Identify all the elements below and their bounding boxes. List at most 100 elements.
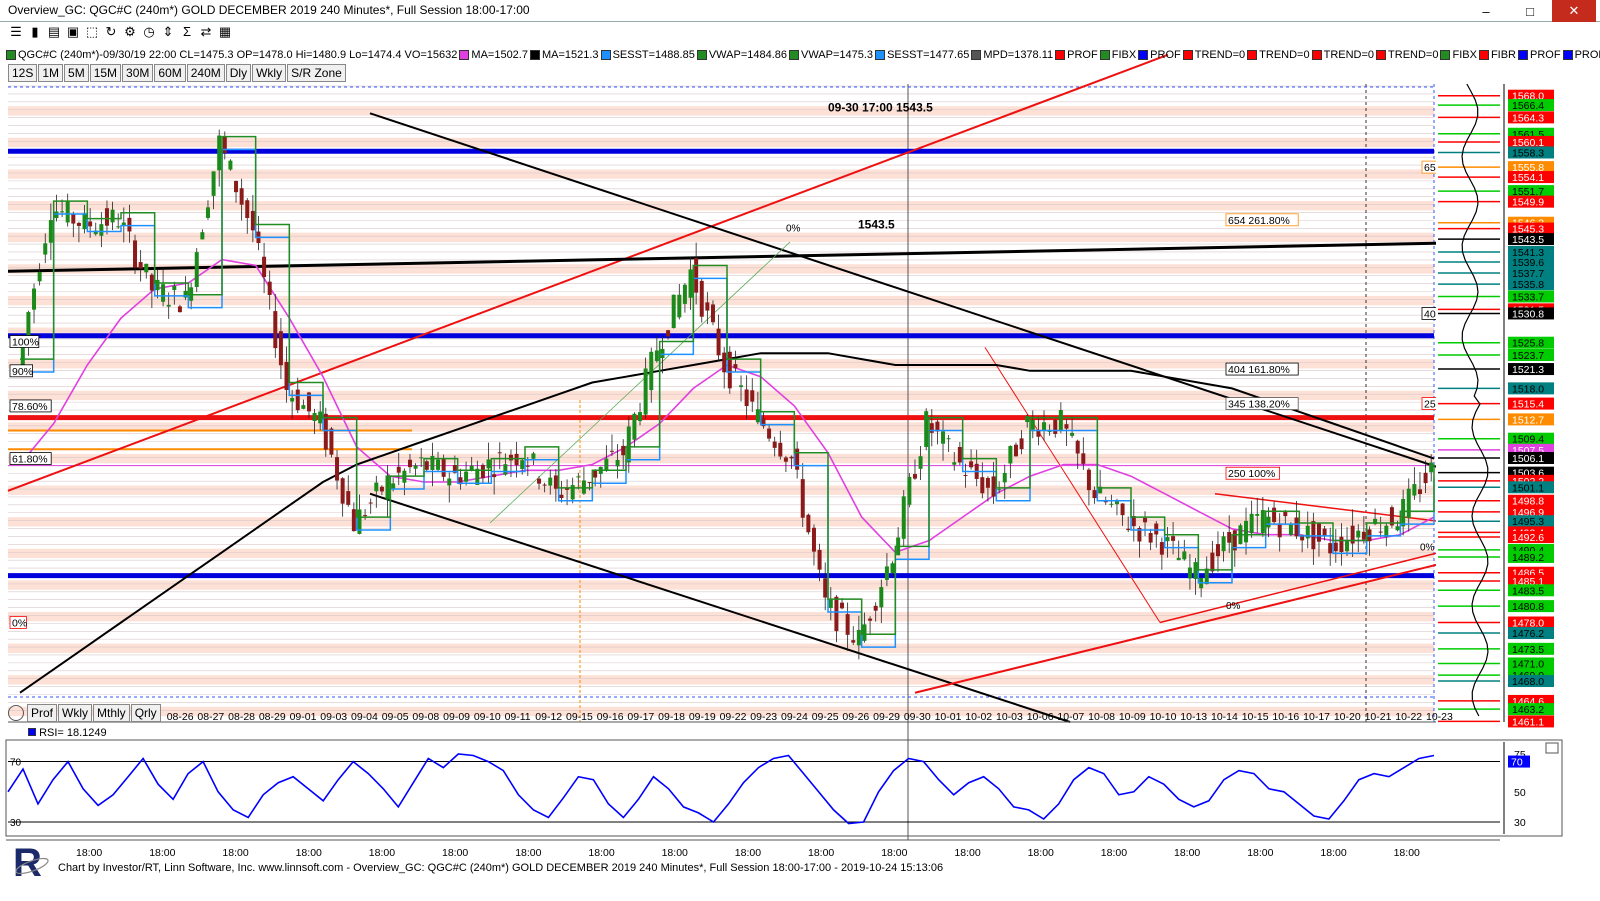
rsi-level-label: 30 xyxy=(10,818,22,829)
candle-body xyxy=(525,465,530,467)
timeframe-button[interactable]: 30M xyxy=(122,64,154,82)
date-label: 09-16 xyxy=(597,711,624,723)
candle-body xyxy=(806,514,811,533)
date-label: 10-21 xyxy=(1365,711,1392,723)
legend-swatch xyxy=(1311,50,1322,60)
time-label: 18:00 xyxy=(735,847,761,859)
candle-body xyxy=(396,466,401,473)
legend-item[interactable]: PROF xyxy=(1518,49,1561,61)
date-label: 08-26 xyxy=(167,711,194,723)
date-label: 09-17 xyxy=(627,711,654,723)
candle-body xyxy=(649,351,654,391)
legend-item[interactable]: SESST=1488.85 xyxy=(600,49,695,61)
price-label: 1564.3 xyxy=(1512,112,1544,124)
candle-body xyxy=(82,213,87,230)
candle-body xyxy=(615,459,620,467)
legend-item[interactable]: PROF xyxy=(1055,49,1098,61)
candle-body xyxy=(929,423,934,433)
candle-body xyxy=(694,258,699,293)
date-label: 09-22 xyxy=(720,711,747,723)
timeframe-button[interactable]: 1M xyxy=(38,64,64,82)
timeframe-button[interactable]: 5M xyxy=(64,64,89,82)
candle-body xyxy=(161,284,166,302)
candle-body xyxy=(284,361,289,391)
legend-item[interactable]: VWAP=1484.86 xyxy=(696,49,787,61)
legend-text: VWAP=1484.86 xyxy=(708,49,787,61)
profile-zone xyxy=(8,643,1434,653)
profile-button[interactable]: Qrly xyxy=(130,704,161,722)
price-chart[interactable]: 654 261.80%654 261.80%404 161.80%404 161… xyxy=(0,0,1600,901)
legend-item[interactable]: MA=1502.7 xyxy=(459,49,528,61)
date-label: 09-08 xyxy=(412,711,439,723)
legend-item[interactable]: VWAP=1475.3 xyxy=(789,49,873,61)
candle-body xyxy=(1030,419,1035,430)
legend-item[interactable]: FIBX xyxy=(1440,49,1477,61)
candle-body xyxy=(116,226,121,228)
time-label: 18:00 xyxy=(1174,847,1200,859)
date-label: 09-04 xyxy=(351,711,378,723)
legend-item[interactable]: TREND=0 xyxy=(1376,49,1438,61)
settings-icon[interactable] xyxy=(8,705,24,721)
time-label: 18:00 xyxy=(1247,847,1273,859)
candle-body xyxy=(716,328,721,356)
candle-body xyxy=(155,279,160,291)
profile-zone xyxy=(8,106,1434,116)
timeframe-button[interactable]: 60M xyxy=(154,64,186,82)
profile-button[interactable]: Prof xyxy=(27,704,58,722)
legend-item[interactable]: PROF xyxy=(1138,49,1181,61)
legend-item[interactable]: FIBX xyxy=(1099,49,1136,61)
candle-body xyxy=(172,285,177,291)
legend-item[interactable]: FIBR xyxy=(1478,49,1516,61)
candle-body xyxy=(340,478,345,504)
candle-body xyxy=(1210,552,1215,572)
candle-body xyxy=(1058,410,1063,431)
candle-body xyxy=(138,262,143,269)
candle-body xyxy=(239,188,244,205)
rsi-swatch xyxy=(28,728,36,736)
legend-item[interactable]: SESST=1477.65 xyxy=(875,49,969,61)
date-label: 09-03 xyxy=(320,711,347,723)
legend-item[interactable]: QGC#C (240m*)-09/30/19 22:00 CL=1475.3 O… xyxy=(6,49,457,61)
legend-item[interactable]: PROF xyxy=(1562,49,1600,61)
date-label: 10-09 xyxy=(1119,711,1146,723)
fib-label: 404 161.80% xyxy=(1225,362,1299,376)
price-label: 1471.0 xyxy=(1512,658,1544,670)
timeframe-button[interactable]: 240M xyxy=(186,64,225,82)
timeframe-button[interactable]: 15M xyxy=(89,64,122,82)
timeframe-button[interactable]: Dly xyxy=(225,64,252,82)
date-label: 09-26 xyxy=(842,711,869,723)
legend-text: MPD=1378.11 xyxy=(983,49,1054,61)
candle-body xyxy=(273,311,278,349)
legend-swatch xyxy=(529,50,540,60)
legend-item[interactable]: TREND=0 xyxy=(1311,49,1374,61)
legend-item[interactable]: MPD=1378.11 xyxy=(971,49,1053,61)
candle-body xyxy=(194,252,199,287)
candle-body xyxy=(503,464,508,475)
legend-item[interactable]: TREND=0 xyxy=(1182,49,1245,61)
candle-body xyxy=(677,294,682,318)
legend-item[interactable]: MA=1521.3 xyxy=(529,49,599,61)
date-label: 10-03 xyxy=(996,711,1023,723)
candle-body xyxy=(884,566,889,580)
candle-body xyxy=(346,491,351,505)
timeframe-button[interactable]: Wkly xyxy=(252,64,287,82)
candle-body xyxy=(99,224,104,236)
profile-button[interactable]: Mthly xyxy=(93,704,130,722)
legend-swatch xyxy=(459,50,470,60)
candle-body xyxy=(626,426,631,463)
candle-body xyxy=(1204,568,1209,585)
date-label: 09-10 xyxy=(474,711,501,723)
candle-body xyxy=(1227,532,1232,543)
timeframe-button[interactable]: 12S xyxy=(8,64,38,82)
candle-body xyxy=(666,330,671,337)
candle-body xyxy=(1412,484,1417,496)
timeframe-button[interactable]: S/R Zone xyxy=(287,64,346,82)
legend-item[interactable]: TREND=0 xyxy=(1247,49,1310,61)
fib-label-text: 250 100% xyxy=(1228,468,1275,480)
rsi-tick: 50 xyxy=(1514,787,1526,799)
candle-body xyxy=(379,486,384,492)
candle-body xyxy=(436,459,441,470)
candle-body xyxy=(469,465,474,470)
candle-body xyxy=(1288,524,1293,536)
profile-button[interactable]: Wkly xyxy=(58,704,93,722)
